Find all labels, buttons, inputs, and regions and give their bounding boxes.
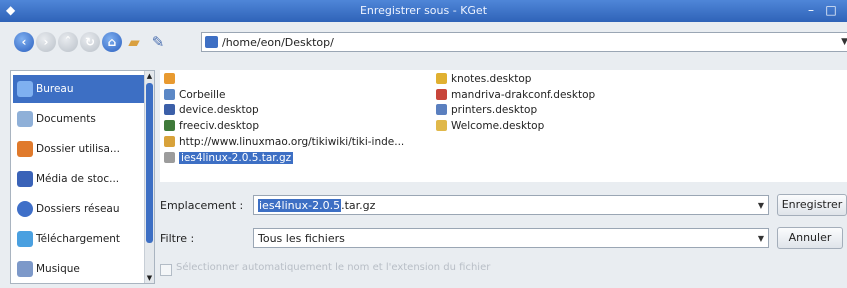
up-icon[interactable]: ˆ bbox=[58, 32, 78, 52]
archive-icon bbox=[164, 152, 175, 163]
filter-label: Filtre : bbox=[160, 232, 195, 245]
storage-media-icon bbox=[17, 171, 33, 187]
location-label: Emplacement : bbox=[160, 199, 244, 212]
sidebar-item-label: Documents bbox=[36, 113, 96, 125]
downloads-icon bbox=[17, 231, 33, 247]
music-icon bbox=[17, 261, 33, 277]
file-name: ies4linux-2.0.5.tar.gz bbox=[179, 152, 294, 164]
sidebar-item-label: Dossiers réseau bbox=[36, 203, 120, 215]
sidebar-item-musique[interactable]: Musique bbox=[13, 255, 145, 283]
folder-icon bbox=[164, 73, 175, 84]
sidebar-item-label: Bureau bbox=[36, 83, 74, 95]
sidebar-scrollbar[interactable]: ▲ ▼ bbox=[144, 71, 154, 283]
list-item[interactable]: http://www.linuxmao.org/tikiwiki/tiki-in… bbox=[164, 136, 404, 149]
settings-icon[interactable]: ✎ bbox=[148, 32, 168, 52]
path-combo[interactable]: /home/eon/Desktop/ ▼ bbox=[201, 32, 847, 52]
sidebar-item-media-stockage[interactable]: Média de stoc... bbox=[13, 165, 145, 193]
scroll-down-icon[interactable]: ▼ bbox=[145, 273, 154, 283]
folder-icon bbox=[205, 36, 218, 48]
welcome-icon bbox=[436, 120, 447, 131]
save-button[interactable]: Enregistrer bbox=[777, 194, 847, 216]
location-input[interactable]: ies4linux-2.0.5.tar.gz bbox=[258, 199, 375, 212]
sidebar-item-label: Média de stoc... bbox=[36, 173, 120, 185]
device-icon bbox=[164, 104, 175, 115]
list-item[interactable]: mandriva-drakconf.desktop bbox=[436, 89, 595, 102]
chevron-down-icon[interactable]: ▼ bbox=[758, 234, 764, 243]
trash-icon bbox=[164, 89, 175, 100]
path-input[interactable]: /home/eon/Desktop/ bbox=[222, 36, 334, 49]
file-name: printers.desktop bbox=[451, 104, 538, 116]
navigation-toolbar: ‹ › ˆ ↻ ⌂ ▰ ✎ /home/eon/Desktop/ ▼ bbox=[0, 22, 847, 62]
sidebar-item-label: Musique bbox=[36, 263, 80, 275]
file-list: Corbeille device.desktop freeciv.desktop… bbox=[160, 70, 847, 182]
filter-combo[interactable]: Tous les fichiers ▼ bbox=[253, 228, 769, 248]
list-item-selected[interactable]: ies4linux-2.0.5.tar.gz bbox=[164, 152, 294, 165]
forward-icon[interactable]: › bbox=[36, 32, 56, 52]
list-item[interactable]: knotes.desktop bbox=[436, 73, 531, 86]
new-folder-icon[interactable]: ▰ bbox=[124, 32, 144, 52]
desktop-icon bbox=[17, 81, 33, 97]
file-name: knotes.desktop bbox=[451, 73, 532, 85]
file-name: http://www.linuxmao.org/tikiwiki/tiki-in… bbox=[179, 136, 405, 148]
location-selected-text: ies4linux-2.0.5 bbox=[258, 199, 342, 212]
maximize-button[interactable]: □ bbox=[824, 3, 838, 17]
list-item[interactable]: Corbeille bbox=[164, 89, 225, 102]
auto-extension-checkbox[interactable] bbox=[160, 264, 172, 276]
sidebar-item-telechargement[interactable]: Téléchargement bbox=[13, 225, 145, 253]
list-item[interactable] bbox=[164, 73, 179, 86]
cancel-button[interactable]: Annuler bbox=[777, 227, 843, 249]
list-item[interactable]: device.desktop bbox=[164, 104, 259, 117]
sidebar-item-bureau[interactable]: Bureau bbox=[13, 75, 145, 103]
documents-icon bbox=[17, 111, 33, 127]
file-name: freeciv.desktop bbox=[179, 120, 260, 132]
list-item[interactable]: Welcome.desktop bbox=[436, 120, 544, 133]
back-icon[interactable]: ‹ bbox=[14, 32, 34, 52]
file-name: mandriva-drakconf.desktop bbox=[451, 89, 596, 101]
sidebar-item-documents[interactable]: Documents bbox=[13, 105, 145, 133]
sidebar-item-dossiers-reseau[interactable]: Dossiers réseau bbox=[13, 195, 145, 223]
list-item[interactable]: printers.desktop bbox=[436, 104, 537, 117]
window-title: Enregistrer sous - KGet bbox=[359, 4, 488, 17]
sidebar-item-dossier-utilisateur[interactable]: Dossier utilisa... bbox=[13, 135, 145, 163]
list-item[interactable]: freeciv.desktop bbox=[164, 120, 259, 133]
sidebar-item-label: Téléchargement bbox=[36, 233, 121, 245]
knotes-icon bbox=[436, 73, 447, 84]
scrollbar-thumb[interactable] bbox=[146, 83, 153, 243]
title-bar: ◆ Enregistrer sous - KGet – □ bbox=[0, 0, 847, 22]
printer-icon bbox=[436, 104, 447, 115]
file-name: Welcome.desktop bbox=[451, 120, 545, 132]
home-folder-icon bbox=[17, 141, 33, 157]
file-name: device.desktop bbox=[179, 104, 259, 116]
network-folder-icon bbox=[17, 201, 33, 217]
minimize-button[interactable]: – bbox=[804, 3, 818, 17]
chevron-down-icon[interactable]: ▼ bbox=[758, 201, 764, 210]
location-combo[interactable]: ies4linux-2.0.5.tar.gz ▼ bbox=[253, 195, 769, 215]
location-extension-text: .tar.gz bbox=[341, 199, 376, 212]
filter-value: Tous les fichiers bbox=[258, 232, 345, 245]
places-panel: Bureau Documents Dossier utilisa... Médi… bbox=[10, 70, 155, 284]
home-icon[interactable]: ⌂ bbox=[102, 32, 122, 52]
scroll-up-icon[interactable]: ▲ bbox=[145, 71, 154, 81]
auto-extension-label: Sélectionner automatiquement le nom et l… bbox=[176, 262, 491, 273]
drakconf-icon bbox=[436, 89, 447, 100]
file-name: Corbeille bbox=[179, 89, 226, 101]
chevron-down-icon[interactable]: ▼ bbox=[841, 37, 847, 47]
freeciv-icon bbox=[164, 120, 175, 131]
sidebar-item-label: Dossier utilisa... bbox=[36, 143, 120, 155]
reload-icon[interactable]: ↻ bbox=[80, 32, 100, 52]
web-icon bbox=[164, 136, 175, 147]
